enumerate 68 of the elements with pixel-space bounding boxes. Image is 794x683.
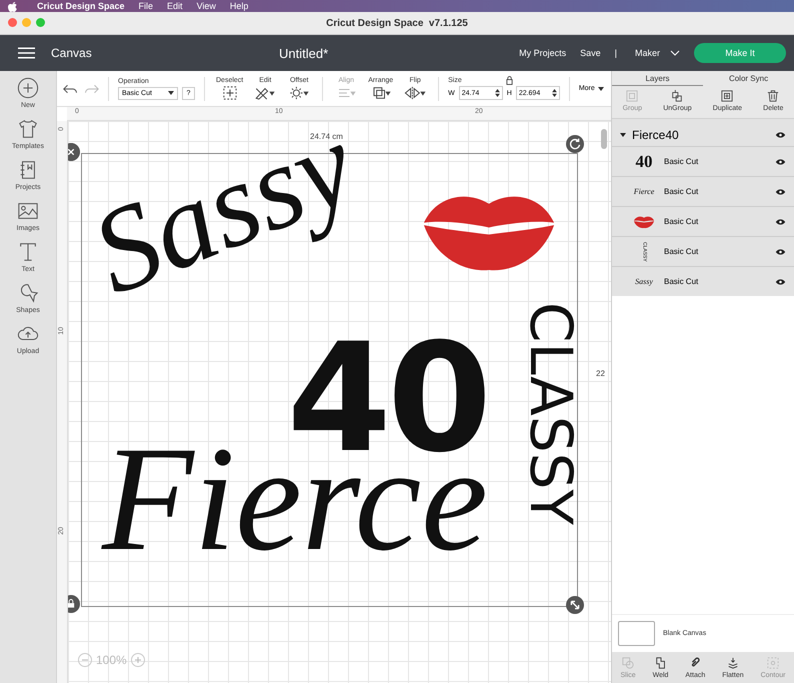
canvas-swatch[interactable]	[618, 621, 655, 646]
chevron-icon	[670, 50, 680, 56]
layer-group[interactable]: Fierce40	[612, 119, 794, 146]
lips-thumbnail	[633, 214, 655, 228]
eye-icon[interactable]	[775, 131, 786, 139]
canvas-grid[interactable]: 24.74 cm Sassy 40 CLASSY Fierce 22 100%	[68, 121, 611, 683]
window-title: Cricut Design Space v7.1.125	[326, 18, 468, 28]
group-icon	[626, 90, 638, 102]
attach-icon	[689, 656, 702, 668]
slice-icon	[622, 656, 634, 668]
app-menu[interactable]: Cricut Design Space	[37, 1, 125, 11]
header-link[interactable]: My Projects	[519, 48, 566, 58]
height-dimension: 22	[596, 369, 605, 378]
eye-icon[interactable]	[775, 158, 786, 166]
spinner-icon[interactable]	[552, 89, 557, 97]
layer-name: Basic Cut	[664, 277, 700, 286]
resize-icon[interactable]	[566, 596, 584, 614]
layer-row[interactable]: Fierce Basic Cut	[612, 176, 794, 206]
menu-item[interactable]: Help	[230, 1, 248, 11]
separator: |	[614, 48, 617, 58]
width-dimension: 24.74 cm	[310, 132, 343, 141]
zoom-level: 100%	[96, 653, 127, 667]
layer-thumbnail: Fierce	[634, 188, 654, 196]
layer-row[interactable]: Basic Cut	[612, 206, 794, 236]
eye-icon[interactable]	[775, 218, 786, 226]
machine-dropdown[interactable]: Maker	[634, 48, 680, 58]
layer-name: Basic Cut	[664, 187, 700, 196]
layer-row[interactable]: Sassy Basic Cut	[612, 266, 794, 296]
eye-icon[interactable]	[775, 248, 786, 256]
menu-item[interactable]: Edit	[167, 1, 183, 11]
contour-icon	[767, 656, 780, 668]
undo-icon[interactable]	[63, 82, 78, 94]
caret-icon	[168, 91, 174, 95]
layer-row[interactable]: 40 Basic Cut	[612, 146, 794, 176]
expand-icon[interactable]	[620, 133, 626, 137]
layer-name: Basic Cut	[664, 247, 700, 256]
lock-icon[interactable]	[506, 76, 514, 85]
ungroup-icon	[671, 90, 684, 102]
design-text[interactable]: CLASSY	[522, 302, 580, 525]
document-title: Untitled*	[279, 46, 330, 60]
weld-icon	[654, 656, 667, 668]
text-icon	[17, 241, 39, 263]
spinner-icon[interactable]	[494, 89, 500, 97]
panel-tab[interactable]: Color Sync	[703, 71, 794, 86]
section-title: Canvas	[51, 46, 93, 60]
caret-icon	[598, 86, 604, 90]
edit-icon	[253, 86, 278, 100]
shirt-icon	[17, 118, 39, 140]
menu-item[interactable]: File	[138, 1, 154, 11]
apple-icon[interactable]	[8, 0, 17, 12]
layer-thumbnail: 40	[636, 153, 652, 170]
flatten-icon	[726, 656, 739, 668]
eye-icon[interactable]	[775, 278, 786, 286]
scrollbar[interactable]	[601, 129, 607, 149]
layer-name: Basic Cut	[664, 217, 700, 226]
menu-icon[interactable]	[18, 47, 35, 59]
layer-thumbnail: Sassy	[635, 278, 653, 286]
layer-name: Basic Cut	[664, 157, 700, 166]
menu-item[interactable]: View	[196, 1, 216, 11]
delete-icon	[767, 90, 780, 102]
rotate-icon[interactable]	[566, 135, 584, 153]
duplicate-icon	[721, 90, 734, 102]
close-button[interactable]	[8, 18, 17, 27]
plus-icon	[17, 77, 39, 99]
image-icon	[17, 200, 39, 222]
eye-icon[interactable]	[775, 188, 786, 196]
flip-icon	[403, 86, 428, 100]
header-link[interactable]: Save	[580, 48, 601, 58]
